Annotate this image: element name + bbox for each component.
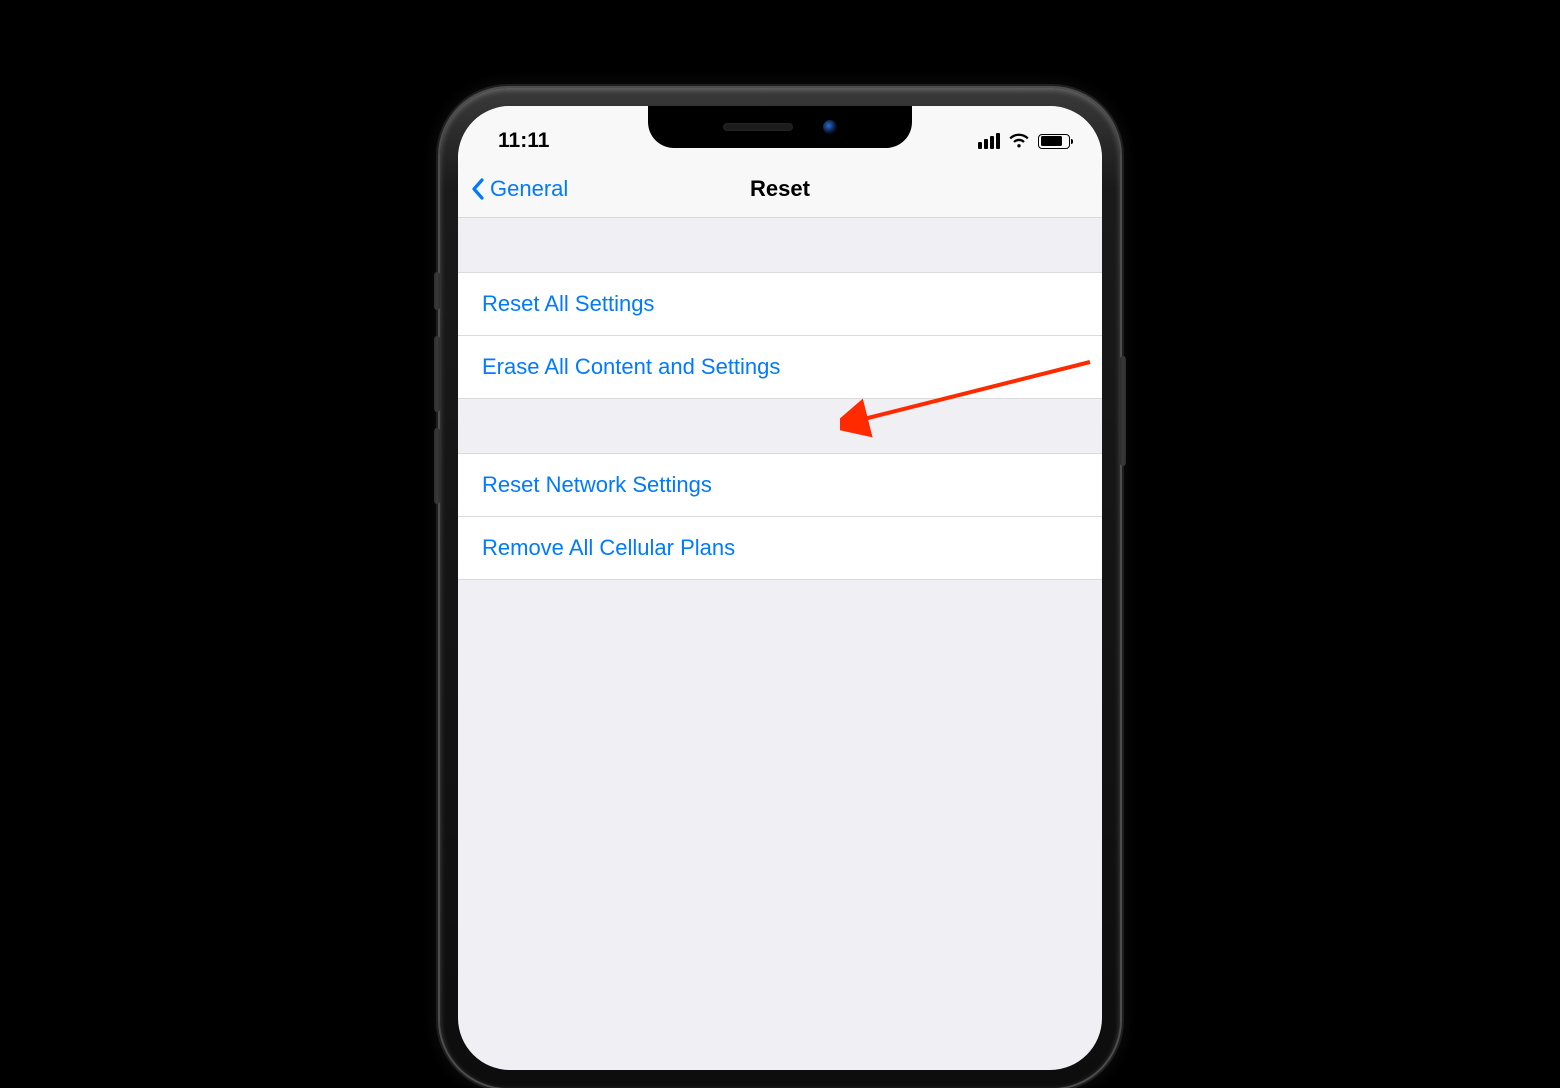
front-camera: [823, 120, 837, 134]
battery-icon: [1038, 134, 1070, 149]
power-button: [1120, 356, 1126, 466]
reset-network-settings-row[interactable]: Reset Network Settings: [458, 453, 1102, 517]
phone-screen: 11:11 General R: [458, 106, 1102, 1070]
remove-cellular-plans-row[interactable]: Remove All Cellular Plans: [458, 516, 1102, 580]
volume-up-button: [434, 336, 440, 412]
back-button[interactable]: General: [470, 160, 568, 217]
row-label: Reset All Settings: [482, 291, 654, 316]
chevron-left-icon: [470, 177, 486, 201]
cellular-signal-icon: [978, 133, 1000, 149]
volume-down-button: [434, 428, 440, 504]
page-title: Reset: [750, 176, 810, 202]
iphone-device-frame: 11:11 General R: [440, 88, 1120, 1088]
erase-all-content-row[interactable]: Erase All Content and Settings: [458, 335, 1102, 399]
wifi-icon: [1008, 133, 1030, 149]
settings-content: Reset All Settings Erase All Content and…: [458, 218, 1102, 1070]
device-notch: [648, 106, 912, 148]
row-label: Remove All Cellular Plans: [482, 535, 735, 560]
row-label: Erase All Content and Settings: [482, 354, 780, 379]
mute-switch: [434, 272, 440, 310]
back-label: General: [490, 176, 568, 202]
row-label: Reset Network Settings: [482, 472, 712, 497]
reset-all-settings-row[interactable]: Reset All Settings: [458, 272, 1102, 336]
status-time: 11:11: [498, 129, 549, 153]
earpiece-speaker: [723, 123, 793, 131]
navigation-bar: General Reset: [458, 160, 1102, 218]
